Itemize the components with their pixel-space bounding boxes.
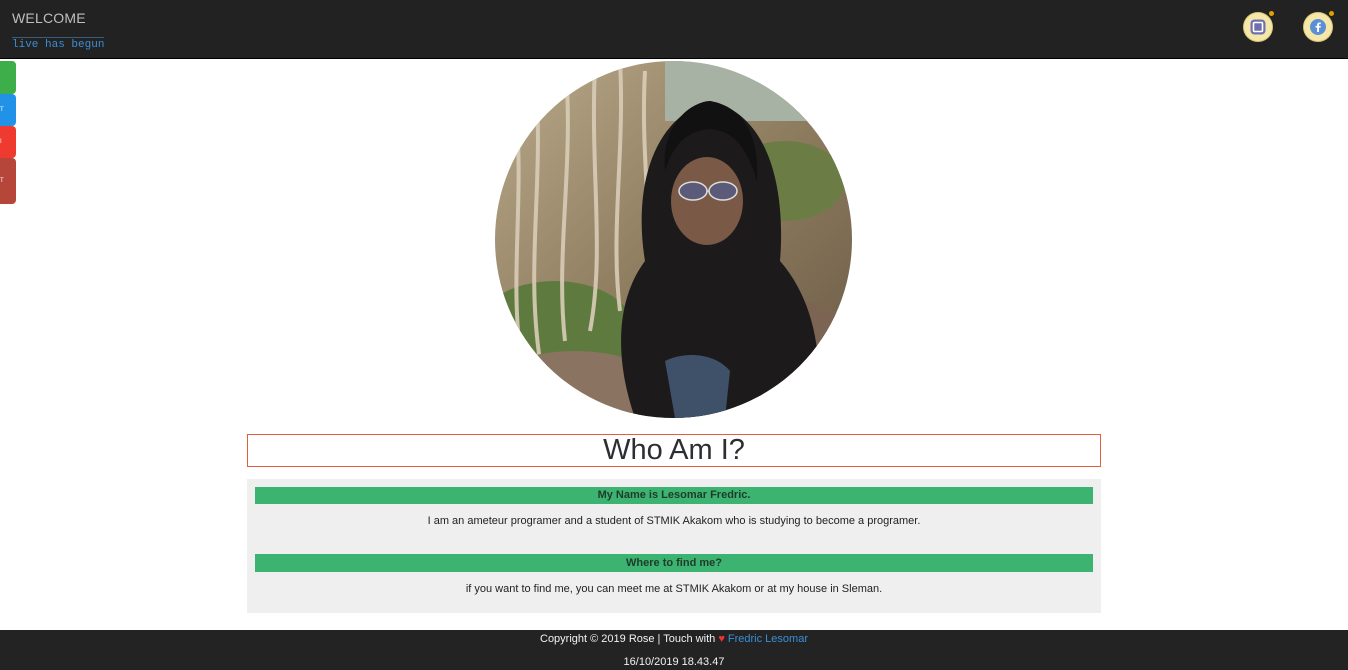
about-panel: My Name is Lesomar Fredric. I am an amet…	[247, 479, 1101, 613]
section-text-name: I am an ameteur programer and a student …	[427, 515, 921, 527]
side-tab-label: T	[0, 178, 4, 184]
section-heading-name: My Name is Lesomar Fredric.	[255, 487, 1093, 504]
author-link[interactable]: Fredric Lesomar	[728, 633, 808, 645]
facebook-icon	[1310, 19, 1326, 35]
site-footer: Copyright © 2019 Rose | Touch with ♥ Fre…	[0, 630, 1348, 670]
instagram-link[interactable]	[1244, 11, 1274, 41]
heart-icon: ♥	[718, 633, 725, 645]
profile-photo	[495, 61, 852, 418]
side-tab-2[interactable]: T	[0, 94, 16, 126]
facebook-link[interactable]	[1304, 11, 1334, 41]
top-navbar: WELCOME live has begun	[0, 0, 1348, 59]
footer-copyright-line: Copyright © 2019 Rose | Touch with ♥ Fre…	[0, 633, 1348, 645]
section-text-location: if you want to find me, you can meet me …	[465, 583, 883, 595]
section-heading-location: Where to find me?	[255, 554, 1093, 572]
instagram-icon	[1250, 19, 1266, 35]
side-tab-1[interactable]	[0, 61, 16, 94]
site-brand[interactable]: WELCOME	[12, 10, 86, 26]
about-heading-box: Who Am I?	[247, 434, 1101, 467]
copyright-text: Copyright © 2019 Rose | Touch with	[540, 633, 716, 645]
side-tab-label: T	[0, 107, 4, 113]
side-tab-label: I	[0, 139, 2, 145]
page-title: Who Am I?	[603, 434, 745, 466]
notification-dot	[1329, 11, 1334, 16]
footer-timestamp: 16/10/2019 18.43.47	[623, 656, 725, 668]
site-tagline: live has begun	[12, 37, 105, 51]
notification-dot	[1269, 11, 1274, 16]
side-tab-4[interactable]: T	[0, 158, 16, 204]
side-tab-3[interactable]: I	[0, 126, 16, 158]
